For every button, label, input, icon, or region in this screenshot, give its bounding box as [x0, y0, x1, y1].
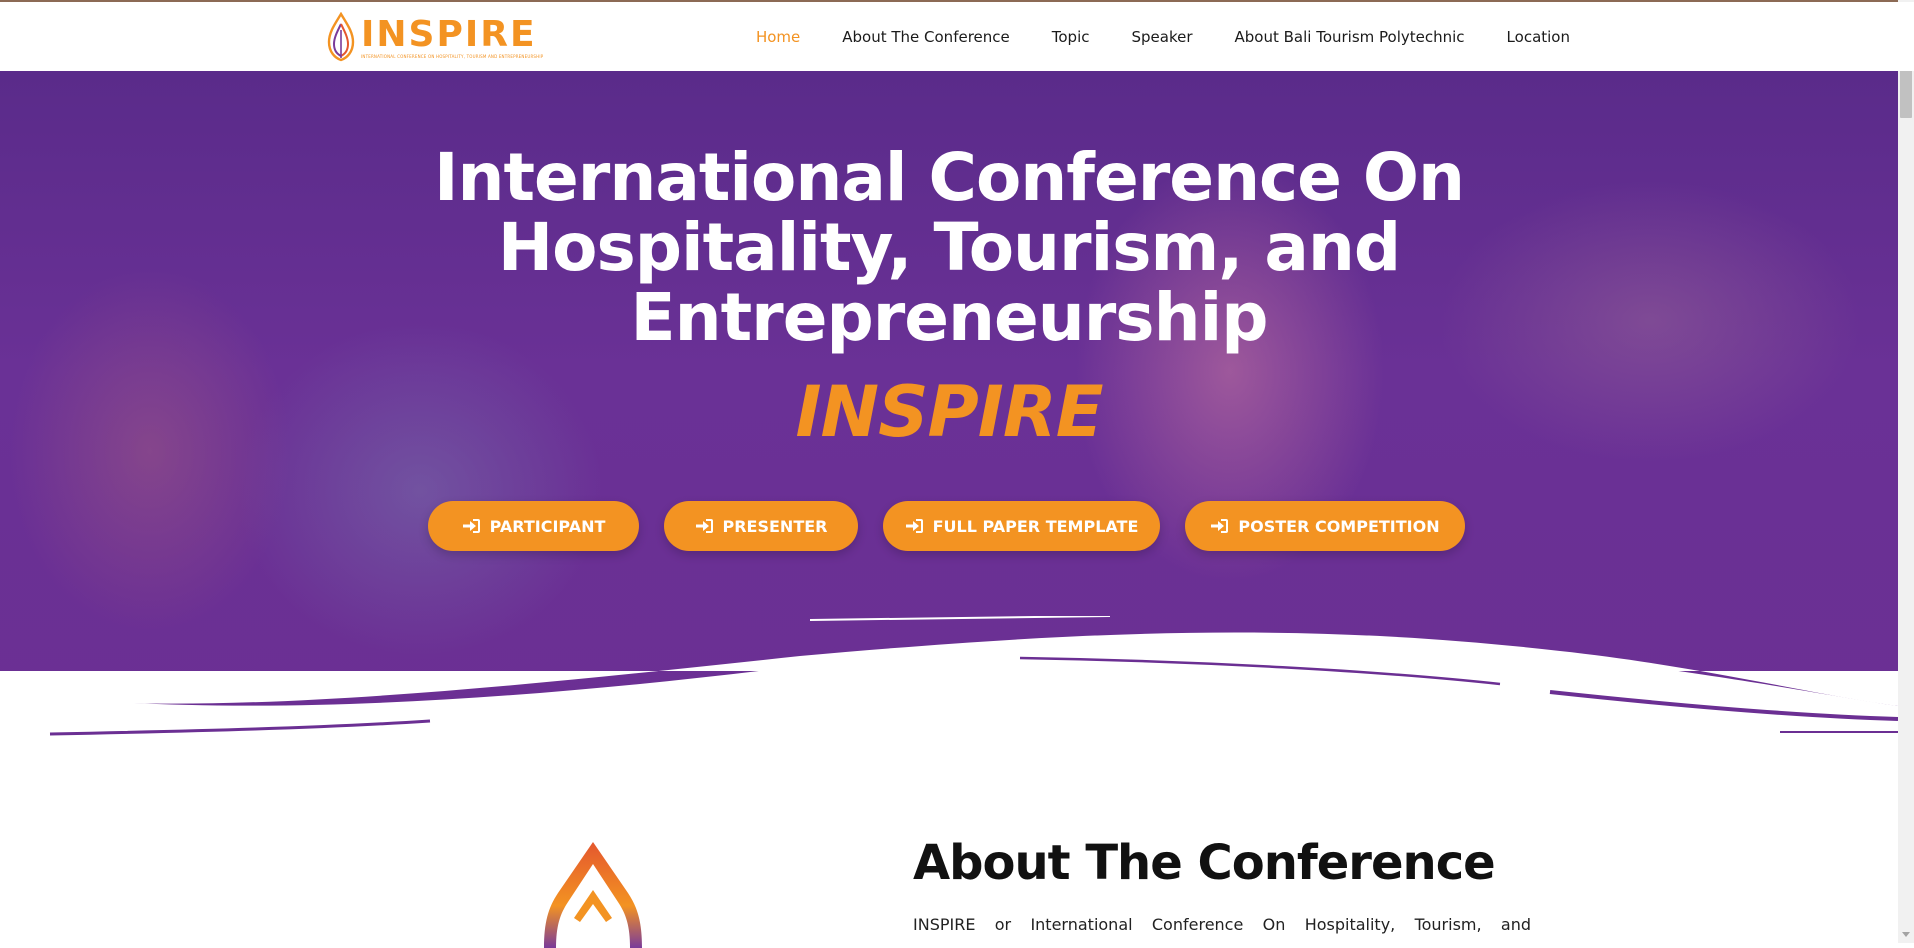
participant-button-label: PARTICIPANT — [489, 516, 606, 536]
main-nav: Home About The Conference Topic Speaker … — [714, 4, 1570, 69]
participant-button[interactable]: PARTICIPANT — [428, 501, 639, 551]
poster-competition-button[interactable]: POSTER COMPETITION — [1185, 501, 1465, 551]
nav-location[interactable]: Location — [1507, 28, 1570, 46]
hero-banner: International Conference On Hospitality,… — [0, 71, 1898, 736]
sign-in-icon — [1211, 519, 1229, 533]
conference-emblem-icon — [544, 842, 642, 948]
hero-title: International Conference On Hospitality,… — [0, 143, 1898, 353]
nav-home[interactable]: Home — [756, 28, 800, 46]
hero-subtitle: INSPIRE — [795, 371, 1103, 453]
presenter-button-label: PRESENTER — [722, 516, 828, 536]
sign-in-icon — [462, 519, 480, 533]
hero-wave-divider — [0, 616, 1898, 736]
logo-tagline: INTERNATIONAL CONFERENCE ON HOSPITALITY,… — [361, 53, 544, 59]
full-paper-template-button-label: FULL PAPER TEMPLATE — [932, 516, 1139, 536]
page-scrollbar[interactable] — [1898, 0, 1914, 943]
about-heading: About The Conference — [913, 835, 1496, 891]
logo-wordmark: INSPIRE — [361, 13, 537, 55]
hero-title-line-2: Hospitality, Tourism, and — [497, 209, 1401, 286]
sign-in-icon — [905, 519, 923, 533]
about-text: INSPIRE or International Conference On H… — [913, 915, 1531, 934]
full-paper-template-button[interactable]: FULL PAPER TEMPLATE — [883, 501, 1160, 551]
inspire-logo-icon — [327, 12, 355, 62]
scroll-down-arrow-icon[interactable] — [1902, 932, 1910, 937]
presenter-button[interactable]: PRESENTER — [664, 501, 858, 551]
sign-in-icon — [695, 519, 713, 533]
nav-about-the-conference[interactable]: About The Conference — [842, 28, 1010, 46]
site-logo[interactable]: INSPIRE INTERNATIONAL CONFERENCE ON HOSP… — [325, 10, 547, 64]
poster-competition-button-label: POSTER COMPETITION — [1238, 516, 1440, 536]
nav-about-bali-tourism-polytechnic[interactable]: About Bali Tourism Polytechnic — [1235, 28, 1465, 46]
hero-title-line-1: International Conference On — [433, 139, 1465, 216]
nav-speaker[interactable]: Speaker — [1131, 28, 1192, 46]
site-header: INSPIRE INTERNATIONAL CONFERENCE ON HOSP… — [0, 2, 1914, 71]
nav-topic[interactable]: Topic — [1052, 28, 1090, 46]
hero-title-line-3: Entrepreneurship — [630, 279, 1269, 356]
